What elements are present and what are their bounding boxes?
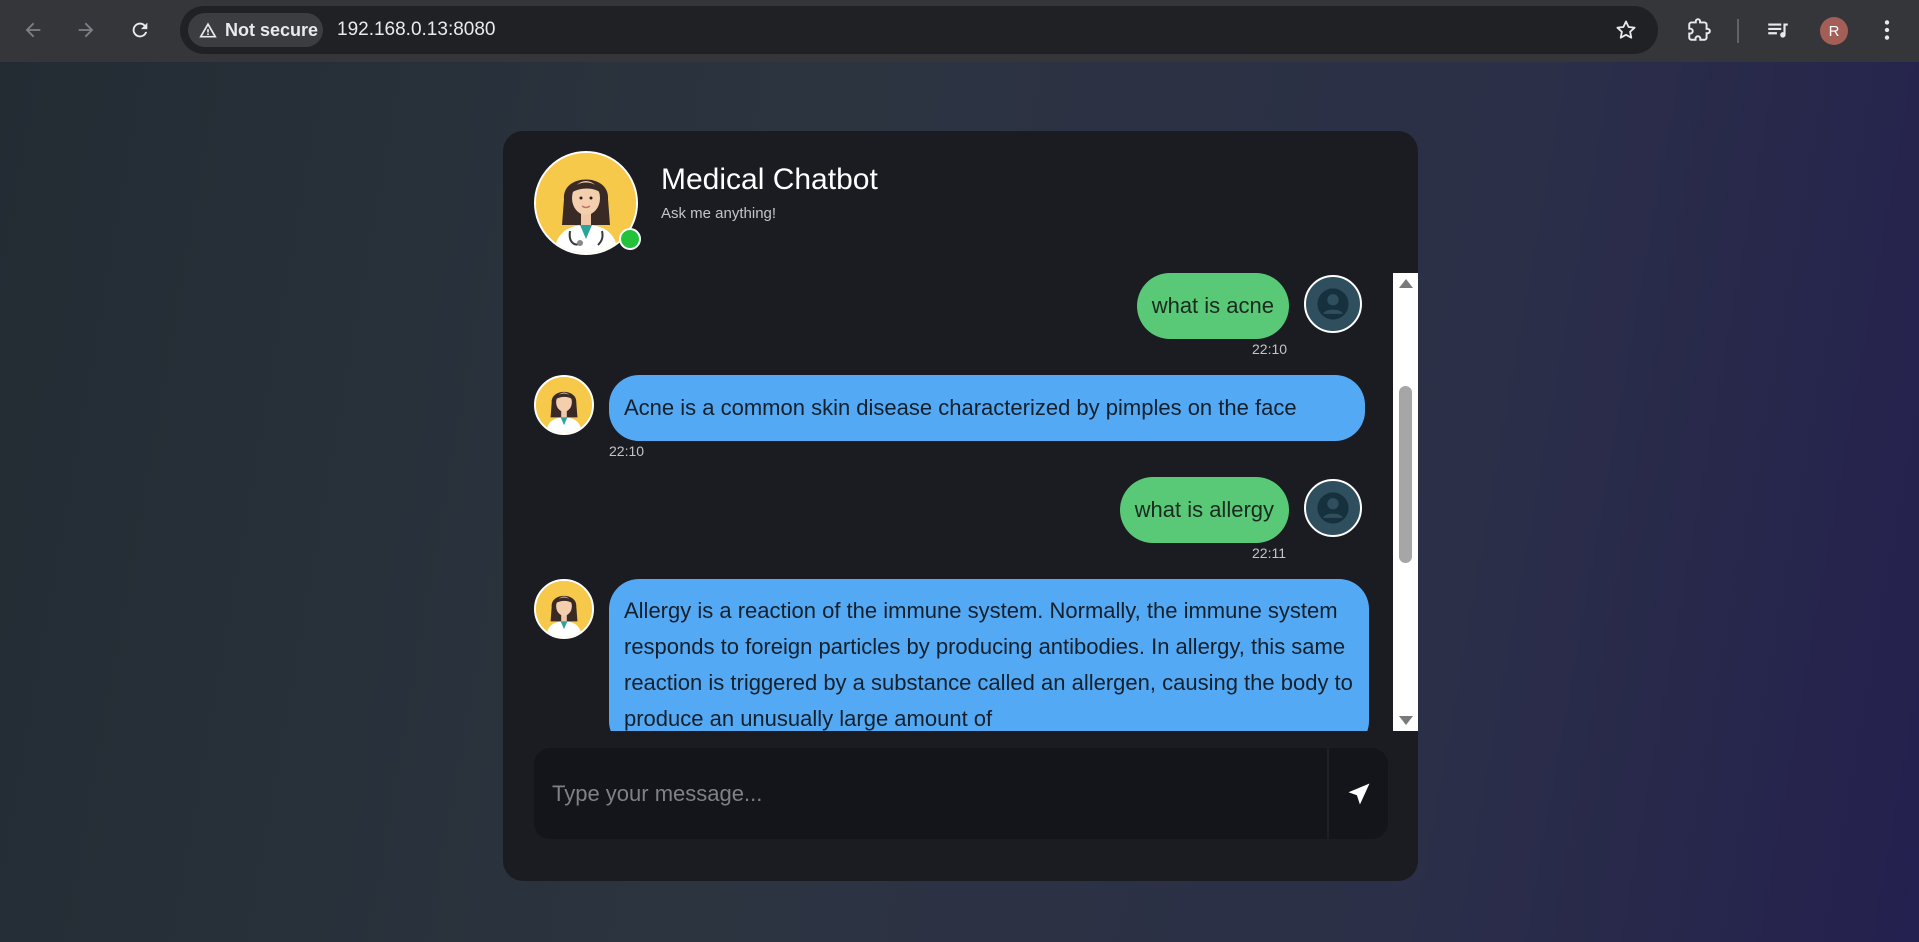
address-bar[interactable]: Not secure 192.168.0.13:8080 [180, 6, 1658, 54]
user-message-bubble: what is acne [1136, 273, 1289, 339]
send-arrow-icon [1348, 783, 1369, 804]
scroll-thumb[interactable] [1399, 386, 1412, 563]
forward-button[interactable] [69, 13, 103, 47]
toolbar-divider [1737, 19, 1739, 43]
reload-icon [132, 22, 148, 38]
reload-button[interactable] [123, 13, 157, 47]
bot-message-bubble: Acne is a common skin disease characteri… [609, 375, 1365, 441]
warning-icon [199, 22, 217, 38]
star-icon[interactable] [1614, 18, 1638, 42]
browser-toolbar: Not secure 192.168.0.13:8080 R [0, 0, 1919, 62]
user-message-bubble: what is allergy [1119, 477, 1289, 543]
chat-window: Medical Chatbot Ask me anything! what is… [503, 131, 1418, 881]
page-background: Medical Chatbot Ask me anything! what is… [0, 62, 1919, 942]
message-timestamp: 22:11 [1252, 545, 1286, 561]
puzzle-icon [1688, 18, 1711, 41]
message-timestamp: 22:10 [609, 443, 645, 459]
message-composer [534, 748, 1388, 839]
chat-subtitle: Ask me anything! [661, 205, 777, 222]
kebab-menu-icon [1884, 20, 1890, 40]
user-avatar [1304, 275, 1362, 333]
security-indicator[interactable]: Not secure [188, 13, 323, 47]
arrow-left-icon [25, 22, 41, 38]
arrow-right-icon [78, 22, 94, 38]
chat-title: Medical Chatbot [661, 163, 878, 196]
message-list-scrollbar[interactable] [1393, 273, 1418, 731]
online-status-indicator [619, 228, 641, 250]
message-timestamp: 22:10 [1252, 341, 1288, 357]
bot-avatar [534, 579, 594, 639]
media-queue-icon [1768, 23, 1788, 38]
user-silhouette-icon [1317, 288, 1349, 320]
url-text[interactable]: 192.168.0.13:8080 [337, 19, 496, 41]
media-controls-button[interactable] [1764, 16, 1792, 44]
extensions-button[interactable] [1685, 16, 1713, 44]
security-label: Not secure [225, 19, 319, 40]
back-button[interactable] [16, 13, 50, 47]
send-button[interactable] [1329, 748, 1388, 839]
scroll-up-arrow[interactable] [1399, 279, 1413, 288]
bot-avatar [534, 375, 594, 435]
message-list[interactable]: what is acne 22:10 Acne is a common skin… [503, 273, 1418, 731]
user-silhouette-icon [1317, 492, 1349, 524]
browser-menu-button[interactable] [1873, 16, 1901, 44]
user-avatar [1304, 479, 1362, 537]
bot-message-bubble: Allergy is a reaction of the immune syst… [609, 579, 1369, 731]
scroll-down-arrow[interactable] [1399, 716, 1413, 725]
profile-avatar[interactable]: R [1820, 17, 1848, 45]
message-input[interactable] [534, 748, 1328, 839]
